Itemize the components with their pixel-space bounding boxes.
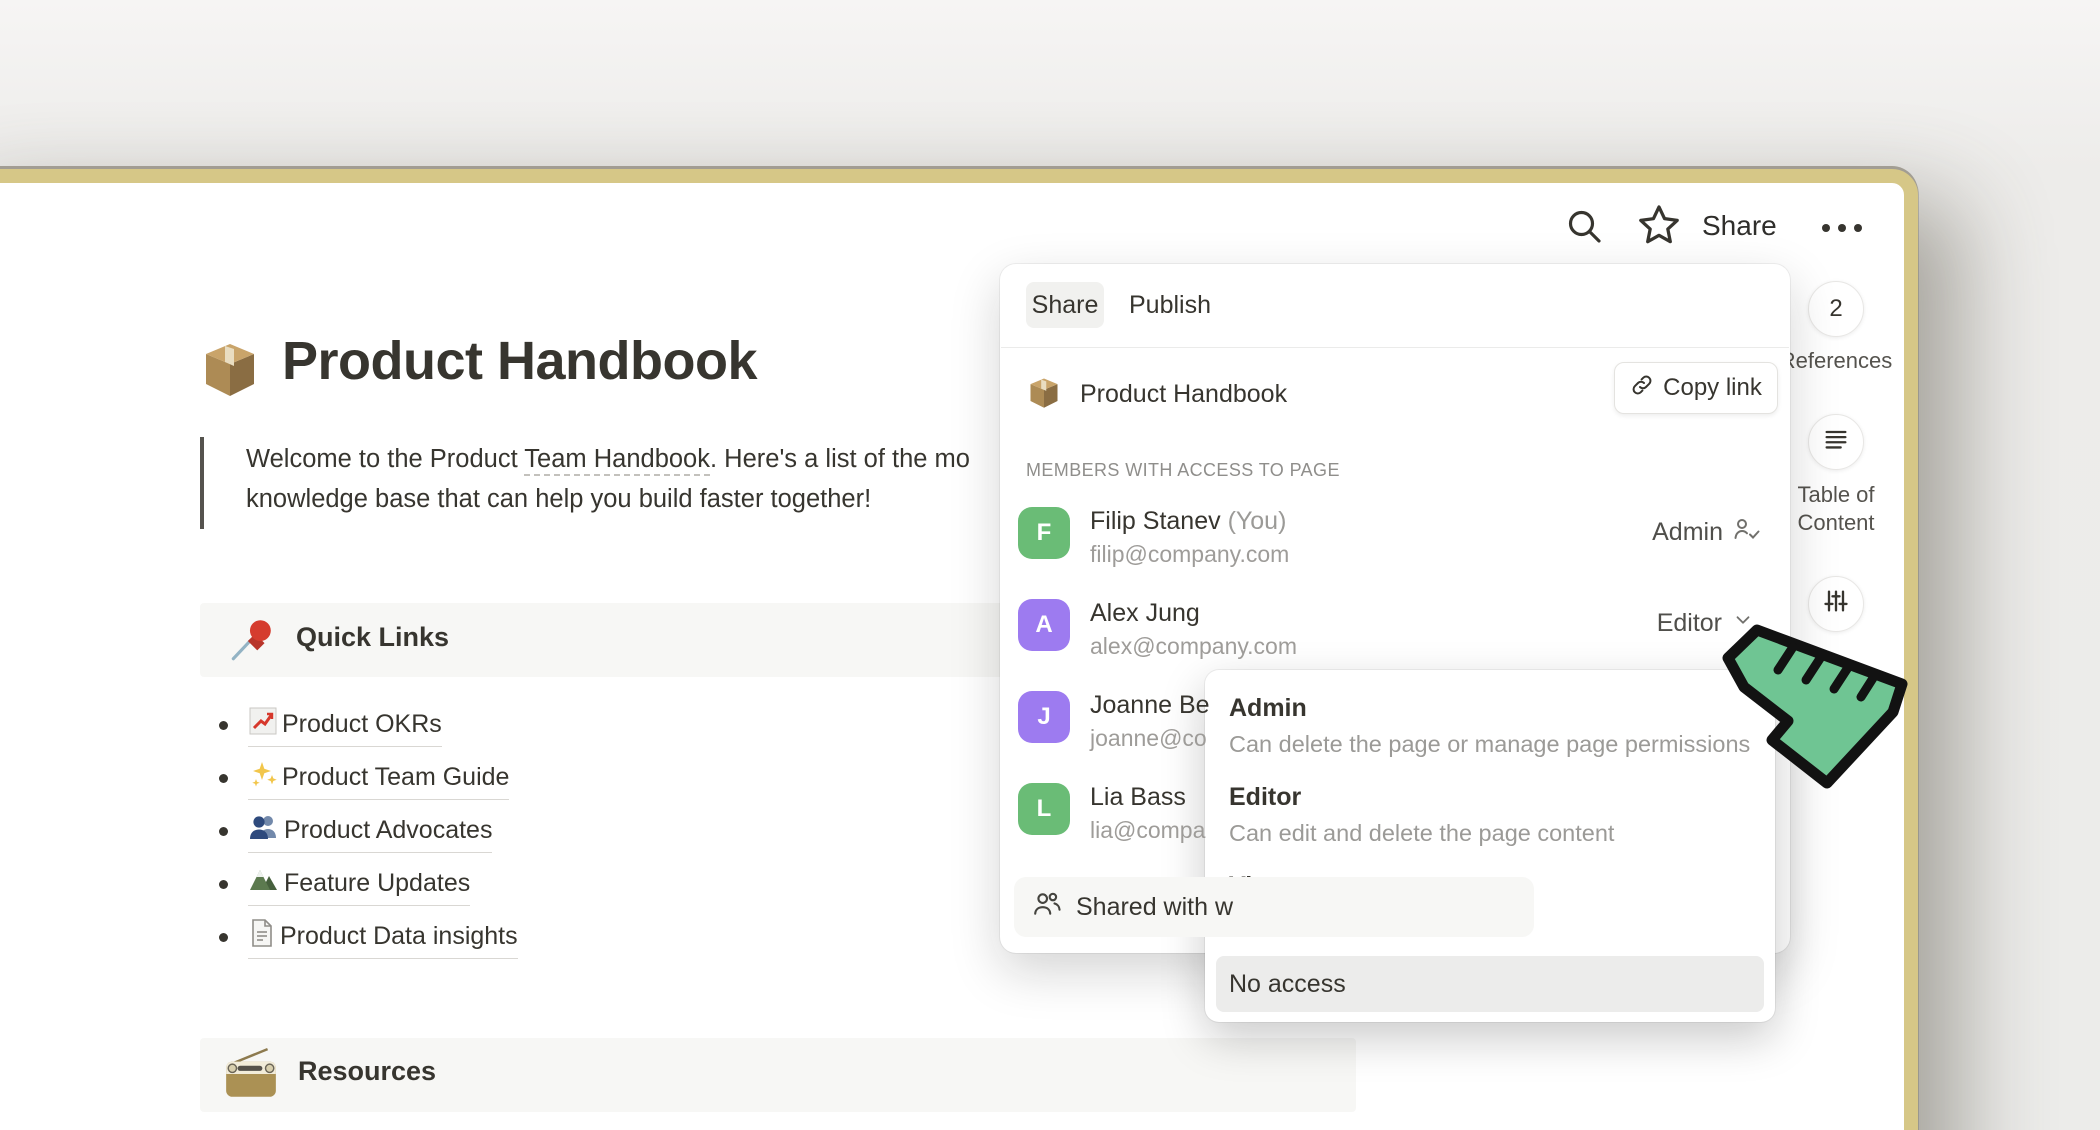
member-row-joanne: J Joanne Be joanne@co <box>1018 689 1778 749</box>
link-label[interactable]: Product OKRs <box>282 710 442 739</box>
member-name: Filip Stanev <box>1090 507 1221 535</box>
dialog-divider <box>1001 347 1789 348</box>
page-icon <box>248 918 276 955</box>
list-item-feature-updates[interactable]: Feature Updates <box>248 865 470 906</box>
avatar: J <box>1018 691 1070 743</box>
hand-cursor <box>1700 612 1916 803</box>
section-title-resources: Resources <box>298 1056 436 1087</box>
member-name: Alex Jung <box>1090 599 1200 628</box>
shared-with-button[interactable]: Shared with w <box>1014 877 1534 937</box>
member-email: lia@compa <box>1090 817 1205 844</box>
member-name: Lia Bass <box>1090 783 1186 812</box>
tab-share[interactable]: Share <box>1026 282 1104 328</box>
link-label[interactable]: Product Advocates <box>284 816 492 845</box>
copy-link-label: Copy link <box>1663 374 1762 402</box>
list-item-product-advocates[interactable]: Product Advocates <box>248 812 492 853</box>
member-email: filip@company.com <box>1090 541 1289 568</box>
member-email: joanne@co <box>1090 725 1207 752</box>
intro-text: Welcome to the Product <box>246 445 524 473</box>
more-icon[interactable] <box>1816 214 1868 247</box>
shared-with-label: Shared with w <box>1076 893 1233 922</box>
list-item-product-team-guide[interactable]: Product Team Guide <box>248 759 509 800</box>
dialog-page-title: Product Handbook <box>1080 380 1287 409</box>
star-icon[interactable] <box>1636 202 1682 253</box>
intro-text-rest: . Here's a list of the mo <box>710 445 970 473</box>
screen: Share Product Handbook Welcome to the Pr… <box>0 0 2100 1130</box>
references-count: 2 <box>1829 295 1842 323</box>
member-name: Joanne Be <box>1090 691 1210 720</box>
link-label[interactable]: Product Data insights <box>280 922 518 951</box>
bullet-dot <box>219 774 228 783</box>
table-of-content-button[interactable] <box>1808 414 1864 470</box>
radio-icon <box>222 1047 280 1106</box>
intro-page-link[interactable]: Team Handbook <box>524 445 710 476</box>
list-item-product-data-insights[interactable]: Product Data insights <box>248 918 518 959</box>
member-row-lia: L Lia Bass lia@compa <box>1018 781 1778 841</box>
role-label: Admin <box>1652 518 1723 547</box>
role-option-no-access[interactable]: No access <box>1216 956 1764 1012</box>
package-icon <box>198 336 262 405</box>
tab-publish[interactable]: Publish <box>1122 282 1218 328</box>
intro-line-1: Welcome to the Product Team Handbook. He… <box>246 445 970 474</box>
bullet-dot <box>219 880 228 889</box>
section-title-quick-links: Quick Links <box>296 622 449 653</box>
people-icon <box>1032 891 1062 924</box>
avatar: A <box>1018 599 1070 651</box>
member-you-suffix: (You) <box>1221 507 1287 535</box>
chart-increasing-icon <box>248 706 278 743</box>
members-heading: MEMBERS WITH ACCESS TO PAGE <box>1026 460 1340 481</box>
bullet-dot <box>219 827 228 836</box>
page-title: Product Handbook <box>282 330 757 392</box>
copy-link-button[interactable]: Copy link <box>1614 362 1778 414</box>
link-label[interactable]: Product Team Guide <box>282 763 509 792</box>
share-button[interactable]: Share <box>1702 210 1777 242</box>
role-selector-admin[interactable]: Admin <box>1652 517 1760 548</box>
busts-icon <box>248 812 280 849</box>
member-row-filip: F Filip Stanev (You) filip@company.com A… <box>1018 505 1778 565</box>
quote-bar <box>200 437 204 529</box>
pushpin-icon <box>226 614 276 671</box>
link-label[interactable]: Feature Updates <box>284 869 470 898</box>
sparkles-icon <box>248 759 278 796</box>
bullet-dot <box>219 721 228 730</box>
member-email: alex@company.com <box>1090 633 1297 660</box>
mountain-icon <box>248 865 280 902</box>
package-icon <box>1026 374 1062 415</box>
member-row-alex: A Alex Jung alex@company.com Editor <box>1018 597 1778 657</box>
person-check-icon <box>1733 517 1760 548</box>
bullet-dot <box>219 933 228 942</box>
references-button[interactable]: 2 <box>1808 281 1864 337</box>
avatar: L <box>1018 783 1070 835</box>
list-item-product-okrs[interactable]: Product OKRs <box>248 706 442 747</box>
justify-icon <box>1822 425 1850 460</box>
avatar: F <box>1018 507 1070 559</box>
intro-line-2: knowledge base that can help you build f… <box>246 485 871 514</box>
search-icon[interactable] <box>1564 206 1604 251</box>
link-icon <box>1630 373 1654 404</box>
